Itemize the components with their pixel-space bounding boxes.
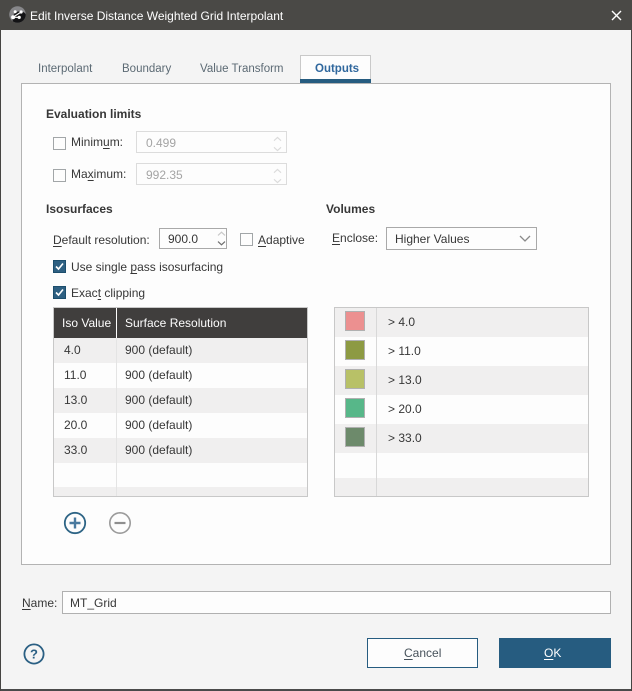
- svg-text:?: ?: [30, 647, 38, 662]
